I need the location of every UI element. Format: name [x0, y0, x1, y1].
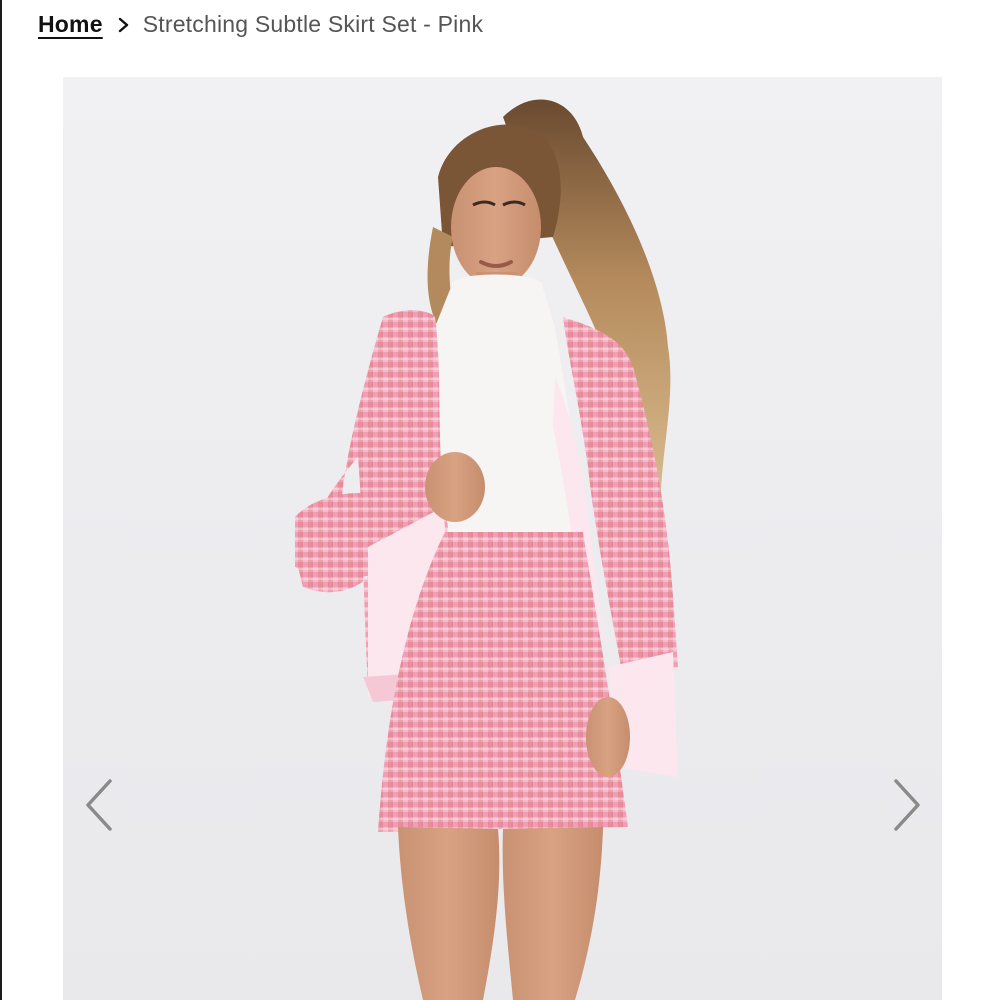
chevron-left-icon [86, 779, 112, 831]
breadcrumb-current-page: Stretching Subtle Skirt Set - Pink [142, 10, 484, 37]
breadcrumb: Home Stretching Subtle Skirt Set - Pink [38, 8, 483, 40]
breadcrumb-home-link[interactable]: Home [38, 11, 103, 38]
carousel-prev-button[interactable] [82, 777, 118, 833]
chevron-right-icon [117, 14, 131, 34]
product-page: Home Stretching Subtle Skirt Set - Pink [0, 0, 1000, 1000]
product-image-gallery[interactable] [63, 77, 942, 1000]
chevron-right-icon [894, 779, 920, 831]
carousel-next-button[interactable] [888, 777, 924, 833]
product-photo [295, 99, 678, 1000]
